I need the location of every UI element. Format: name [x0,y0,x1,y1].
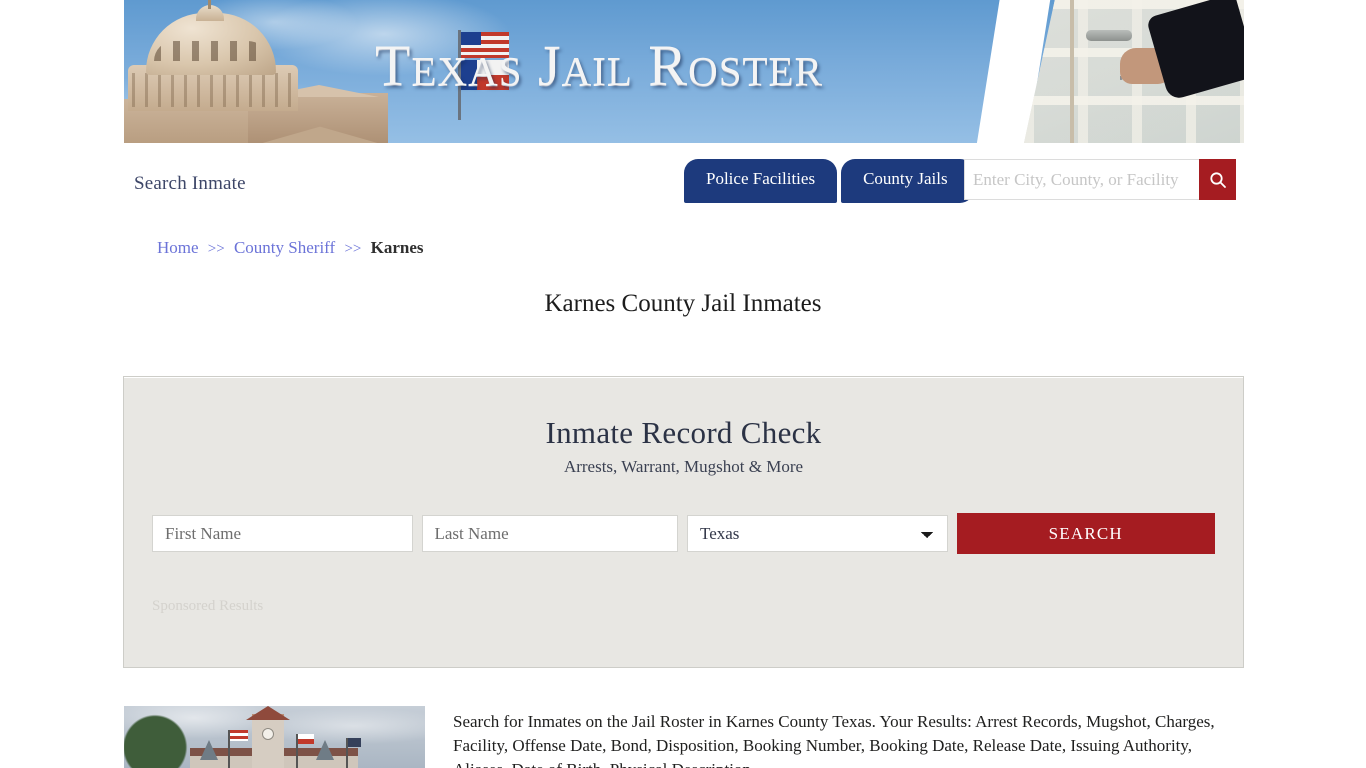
breadcrumb-link-home[interactable]: Home [157,238,199,257]
page-description: Search for Inmates on the Jail Roster in… [453,712,1215,768]
breadcrumb-current-karnes: Karnes [370,238,424,257]
breadcrumb-link-county-sheriff[interactable]: County Sheriff [234,238,335,257]
tab-county-jails[interactable]: County Jails [841,159,974,203]
tab-police-facilities[interactable]: Police Facilities [684,159,838,203]
state-select[interactable]: Texas [687,515,948,552]
breadcrumb-separator: >> [207,241,225,257]
facility-search-input[interactable] [964,159,1199,200]
site-banner: Texas Jail Roster [124,0,1244,143]
inmate-record-check-card: Inmate Record Check Arrests, Warrant, Mu… [123,376,1244,668]
page-title: Karnes County Jail Inmates [544,290,822,317]
last-name-input[interactable] [421,515,679,552]
navigation-bar: Search Inmate Police Facilities County J… [124,143,1244,221]
header-search-button[interactable] [1199,159,1236,200]
record-search-button[interactable]: SEARCH [956,513,1215,554]
courthouse-thumbnail [124,706,425,768]
page-root: Texas Jail Roster Search Inmate Police F… [0,0,1366,768]
sponsored-results-label: Sponsored Results [152,598,264,614]
search-icon [1209,171,1226,188]
breadcrumb: Home >> County Sheriff >> Karnes [157,238,424,258]
site-logo[interactable]: Search Inmate [134,173,246,195]
breadcrumb-separator: >> [344,241,362,257]
first-name-input[interactable] [152,515,413,552]
record-check-form: Texas SEARCH [152,513,1215,554]
clock-icon [262,728,274,740]
card-title: Inmate Record Check [545,415,822,450]
header-search [964,159,1236,200]
card-subtitle: Arrests, Warrant, Mugshot & More [563,457,804,476]
nav-tabs: Police Facilities County Jails [684,159,974,203]
site-title: Texas Jail Roster [375,33,823,98]
